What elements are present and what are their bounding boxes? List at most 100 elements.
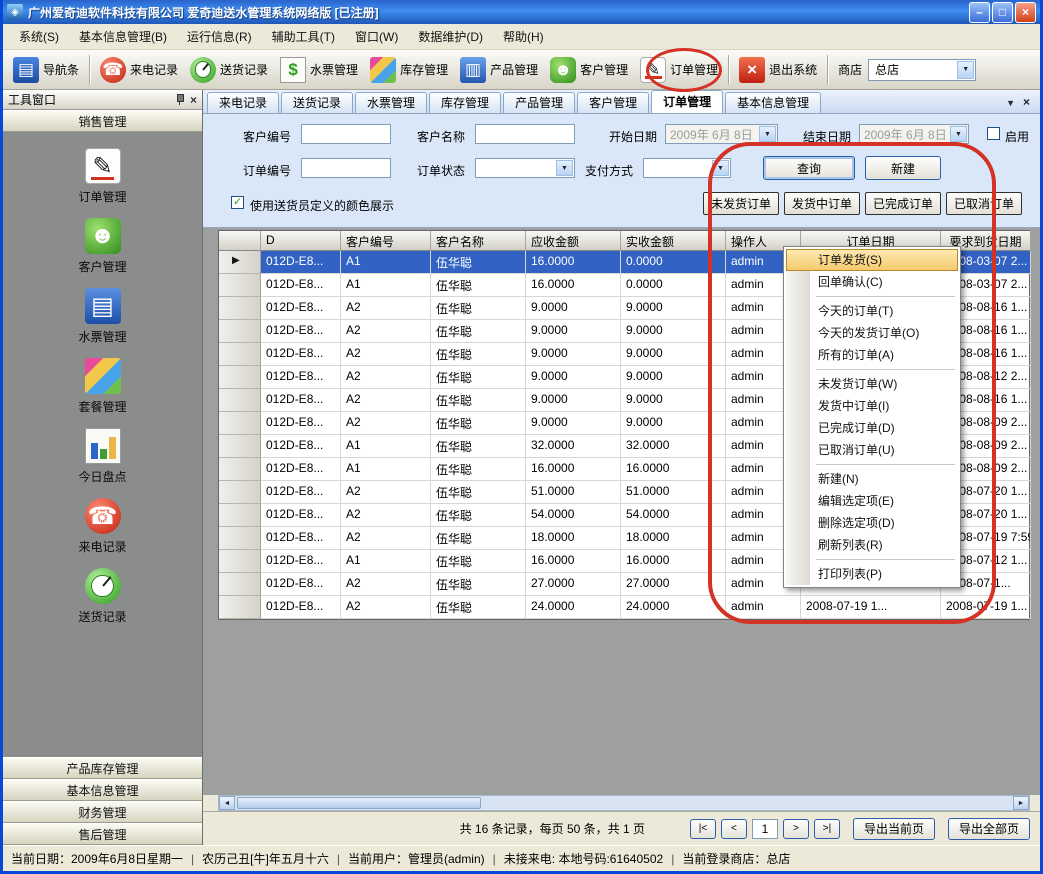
tab-6[interactable]: 客户管理 (577, 92, 649, 113)
sidebar-item[interactable]: 来电记录 (3, 498, 202, 555)
toolbar-button-dollar[interactable]: 水票管理 (274, 54, 364, 86)
context-menu-item[interactable]: 今天的发货订单(O) (786, 322, 958, 344)
row-selector[interactable] (219, 274, 261, 297)
row-selector[interactable] (219, 297, 261, 320)
first-page-button[interactable]: |< (690, 819, 716, 839)
row-selector[interactable] (219, 366, 261, 389)
row-selector[interactable] (219, 412, 261, 435)
scrollbar-track[interactable] (235, 796, 1013, 810)
order-status-filter-button[interactable]: 未发货订单 (703, 192, 779, 215)
row-selector[interactable] (219, 504, 261, 527)
column-header[interactable]: D (261, 231, 341, 251)
table-row[interactable]: 012D-E8...A2伍华聪24.000024.0000admin2008-0… (219, 596, 1029, 619)
chevron-down-icon[interactable] (957, 61, 974, 79)
menu-item[interactable]: 系统(S) (9, 24, 69, 49)
new-button[interactable]: 新建 (865, 156, 941, 180)
menu-item[interactable]: 帮助(H) (493, 24, 554, 49)
context-menu-item[interactable]: 回单确认(C) (786, 271, 958, 293)
toolbar-button-product[interactable]: 产品管理 (454, 54, 544, 86)
close-icon[interactable] (1015, 2, 1036, 23)
export-all-pages-button[interactable]: 导出全部页 (948, 818, 1030, 840)
sidebar-item[interactable]: 水票管理 (3, 288, 202, 345)
end-date-picker[interactable]: 2009年 6月 8日 (859, 124, 969, 144)
column-header[interactable]: 应收金额 (526, 231, 621, 251)
start-date-picker[interactable]: 2009年 6月 8日 (665, 124, 778, 144)
context-menu-item[interactable]: 所有的订单(A) (786, 344, 958, 366)
context-menu-item[interactable]: 未发货订单(W) (786, 373, 958, 395)
minimize-icon[interactable] (969, 2, 990, 23)
toolbar-button-clock[interactable]: 送货记录 (184, 54, 274, 86)
scroll-right-icon[interactable]: ► (1013, 796, 1029, 810)
row-selector[interactable] (219, 573, 261, 596)
chevron-down-icon[interactable] (556, 160, 573, 176)
menu-item[interactable]: 数据维护(D) (408, 24, 493, 49)
menu-item[interactable]: 基本信息管理(B) (69, 24, 177, 49)
column-header[interactable]: 客户名称 (431, 231, 526, 251)
order-status-select[interactable] (475, 158, 575, 178)
row-selector[interactable] (219, 435, 261, 458)
column-header[interactable]: 实收金额 (621, 231, 726, 251)
sidebar-item[interactable]: 客户管理 (3, 218, 202, 275)
row-selector[interactable] (219, 389, 261, 412)
menu-item[interactable]: 窗口(W) (345, 24, 408, 49)
context-menu-item[interactable]: 编辑选定项(E) (786, 490, 958, 512)
scrollbar-thumb[interactable] (237, 797, 481, 809)
export-current-page-button[interactable]: 导出当前页 (853, 818, 935, 840)
sidebar-section[interactable]: 售后管理 (3, 823, 202, 845)
row-selector[interactable] (219, 550, 261, 573)
row-selector[interactable] (219, 251, 261, 274)
scroll-left-icon[interactable]: ◄ (219, 796, 235, 810)
tab-close-icon[interactable] (1023, 95, 1030, 109)
order-status-filter-button[interactable]: 已取消订单 (946, 192, 1022, 215)
last-page-button[interactable]: >| (814, 819, 840, 839)
tab-7[interactable]: 订单管理 (651, 90, 723, 113)
context-menu-item[interactable]: 刷新列表(R) (786, 534, 958, 556)
toolbar-button-nav[interactable]: 导航条 (7, 54, 85, 86)
sidebar-section[interactable]: 基本信息管理 (3, 779, 202, 801)
tab-list-icon[interactable] (1006, 95, 1015, 109)
query-button[interactable]: 查询 (763, 156, 855, 180)
store-select[interactable]: 总店 (868, 59, 976, 81)
tab-2[interactable]: 送货记录 (281, 92, 353, 113)
tab-5[interactable]: 产品管理 (503, 92, 575, 113)
menu-item[interactable]: 运行信息(R) (177, 24, 262, 49)
horizontal-scrollbar[interactable]: ◄ ► (218, 795, 1030, 811)
close-panel-icon[interactable] (190, 93, 197, 107)
tab-4[interactable]: 库存管理 (429, 92, 501, 113)
row-selector[interactable] (219, 481, 261, 504)
order-status-filter-button[interactable]: 发货中订单 (784, 192, 860, 215)
context-menu-item[interactable]: 已完成订单(D) (786, 417, 958, 439)
sidebar-item[interactable]: 送货记录 (3, 568, 202, 625)
chevron-down-icon[interactable] (950, 126, 967, 142)
row-selector[interactable] (219, 527, 261, 550)
toolbar-button-package[interactable]: 库存管理 (364, 54, 454, 86)
pin-icon[interactable] (174, 93, 185, 106)
customer-name-input[interactable] (475, 124, 575, 144)
context-menu-item[interactable]: 订单发货(S) (786, 249, 958, 271)
row-selector[interactable] (219, 320, 261, 343)
toolbar-button-phone[interactable]: 来电记录 (94, 54, 184, 86)
order-no-input[interactable] (301, 158, 391, 178)
sidebar-item[interactable]: 套餐管理 (3, 358, 202, 415)
sidebar-section[interactable]: 产品库存管理 (3, 757, 202, 779)
context-menu-item[interactable]: 打印列表(P) (786, 563, 958, 585)
column-header[interactable]: 客户编号 (341, 231, 431, 251)
sidebar-item[interactable]: 订单管理 (3, 148, 202, 205)
next-page-button[interactable]: > (783, 819, 809, 839)
sidebar-section[interactable]: 财务管理 (3, 801, 202, 823)
tab-8[interactable]: 基本信息管理 (725, 92, 821, 113)
toolbar-button-exit[interactable]: 退出系统 (733, 54, 823, 86)
tab-3[interactable]: 水票管理 (355, 92, 427, 113)
context-menu-item[interactable]: 新建(N) (786, 468, 958, 490)
sidebar-item[interactable]: 今日盘点 (3, 428, 202, 485)
context-menu-item[interactable]: 发货中订单(I) (786, 395, 958, 417)
menu-item[interactable]: 辅助工具(T) (262, 24, 345, 49)
enable-checkbox[interactable] (987, 127, 1000, 140)
chevron-down-icon[interactable] (759, 126, 776, 142)
context-menu-item[interactable]: 今天的订单(T) (786, 300, 958, 322)
row-selector[interactable] (219, 343, 261, 366)
color-checkbox[interactable] (231, 196, 244, 209)
pay-method-select[interactable] (643, 158, 731, 178)
tab-1[interactable]: 来电记录 (207, 92, 279, 113)
chevron-down-icon[interactable] (712, 160, 729, 176)
